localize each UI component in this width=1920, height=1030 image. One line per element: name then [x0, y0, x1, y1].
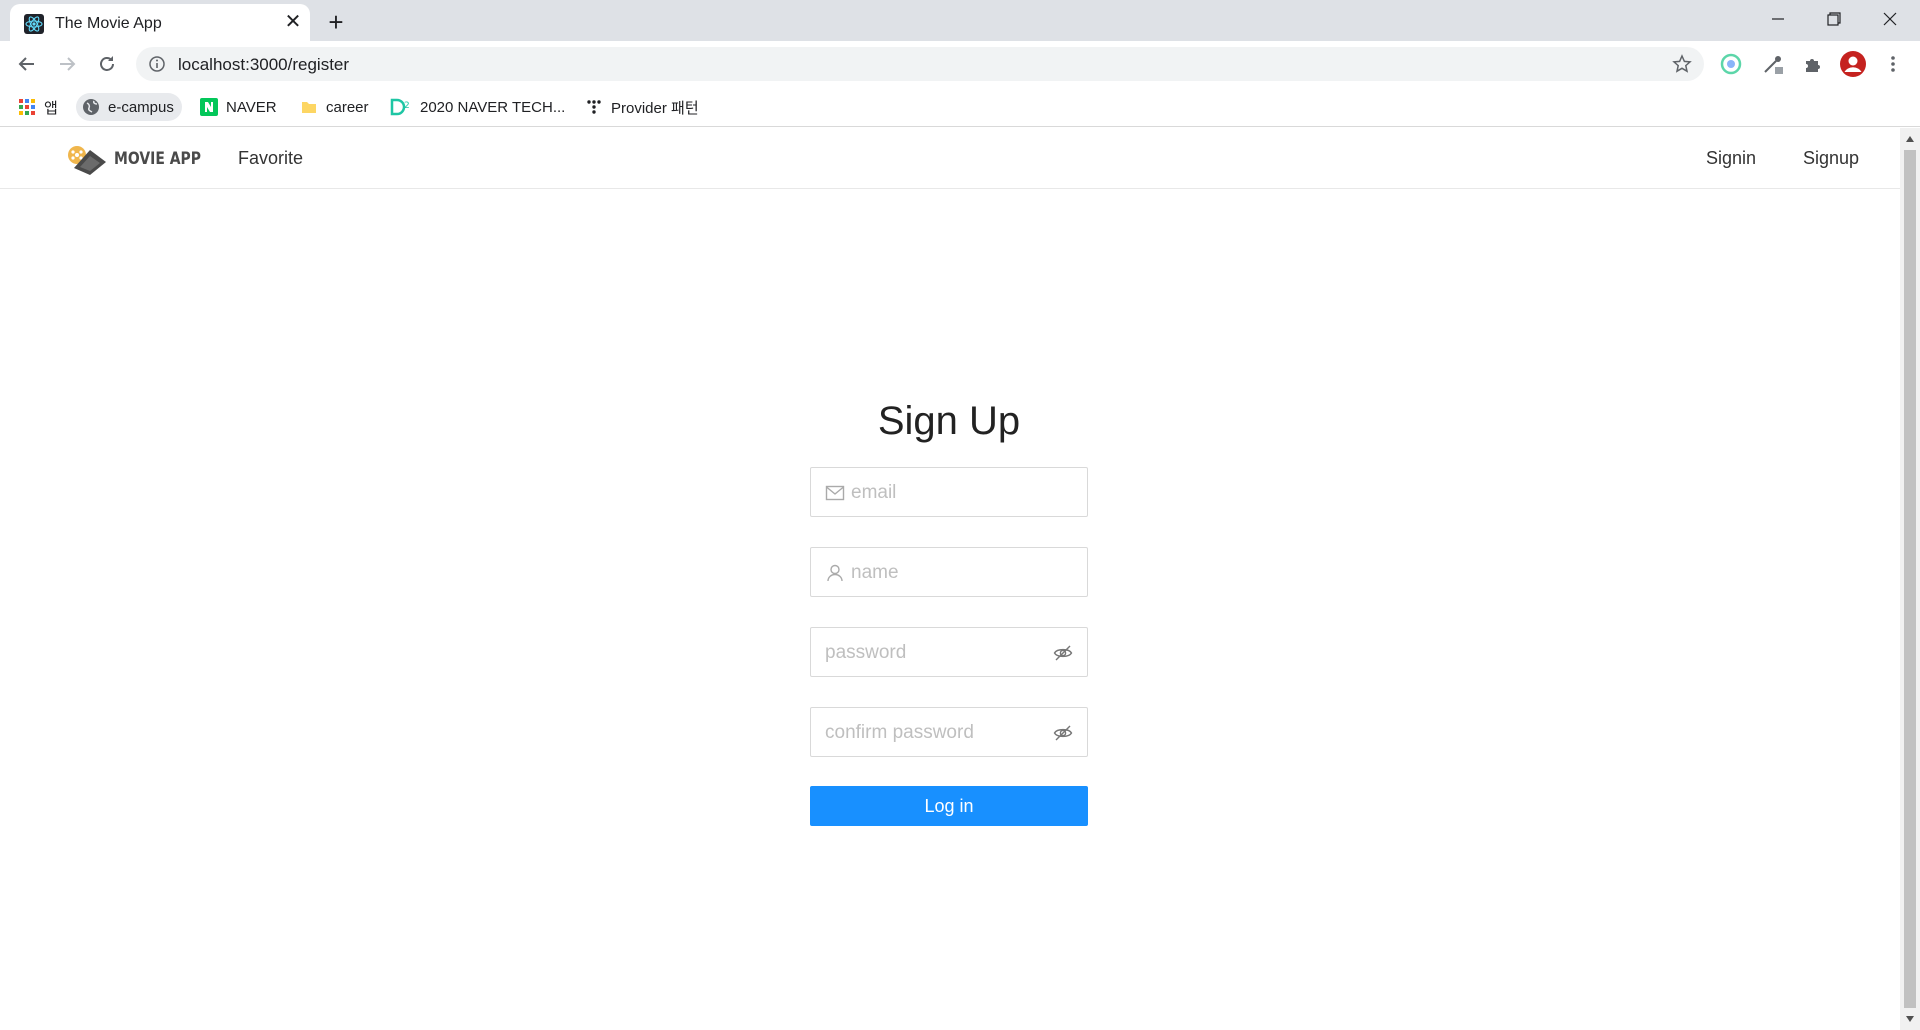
- bookmark-label: e-campus: [108, 98, 174, 116]
- address-bar[interactable]: localhost:3000/register: [136, 47, 1704, 81]
- extension-button[interactable]: [1718, 51, 1744, 77]
- profile-button[interactable]: [1840, 51, 1866, 77]
- back-arrow-icon: [18, 57, 34, 71]
- eye-invisible-icon[interactable]: [1053, 723, 1073, 743]
- app-logo[interactable]: MOVIE APP: [66, 142, 220, 176]
- bookmark-naver[interactable]: NAVER: [200, 93, 277, 121]
- eyedropper-icon: [1764, 56, 1783, 74]
- browser-tabstrip: The Movie App ✕ +: [0, 0, 1920, 41]
- avatar-icon: [1840, 51, 1866, 77]
- restore-button[interactable]: [1806, 0, 1862, 38]
- tab-title: The Movie App: [55, 15, 162, 32]
- mail-icon: [825, 485, 845, 501]
- page-viewport: MOVIE APP Favorite Signin Signup Sign Up…: [0, 128, 1900, 1030]
- browser-toolbar: localhost:3000/register: [0, 41, 1920, 87]
- minimize-button[interactable]: [1750, 0, 1806, 38]
- site-info-icon[interactable]: [148, 55, 166, 73]
- bookmark-career[interactable]: career: [300, 93, 369, 121]
- nav-signup-link[interactable]: Signup: [1803, 148, 1859, 169]
- tab-close-icon[interactable]: ✕: [282, 11, 304, 33]
- password-placeholder: password: [825, 642, 907, 663]
- name-placeholder: name: [851, 562, 899, 583]
- svg-text:2: 2: [404, 101, 410, 111]
- confirm-password-field[interactable]: confirm password: [810, 707, 1088, 757]
- dots-icon: [587, 100, 601, 114]
- close-icon: [1883, 12, 1897, 26]
- folder-icon: [302, 102, 316, 113]
- eyedropper-extension-button[interactable]: [1760, 51, 1786, 77]
- forward-arrow-icon: [60, 57, 76, 71]
- new-tab-button[interactable]: +: [322, 8, 350, 36]
- react-favicon-icon: [24, 14, 44, 34]
- bookmarks-bar: 앱 e-campus NAVER career 2 2020 NAVER TEC…: [0, 87, 1920, 127]
- restore-icon: [1827, 12, 1841, 26]
- puzzle-icon: [1806, 59, 1820, 72]
- password-field[interactable]: password: [810, 627, 1088, 677]
- page-title: Sign Up: [877, 399, 1021, 443]
- page-scrollbar[interactable]: [1900, 128, 1920, 1030]
- reload-button[interactable]: [92, 49, 122, 79]
- user-icon: [827, 564, 843, 582]
- scrollbar-thumb[interactable]: [1904, 150, 1916, 1008]
- film-reel-logo-icon: [68, 146, 106, 175]
- bookmark-naver-tech[interactable]: 2 2020 NAVER TECH...: [390, 93, 565, 121]
- bookmark-provider[interactable]: Provider 패턴: [585, 93, 699, 121]
- d2-icon: 2: [390, 98, 410, 116]
- bookmark-label: career: [326, 98, 369, 116]
- bookmark-label: NAVER: [226, 98, 277, 116]
- minimize-icon: [1772, 18, 1784, 20]
- app-header: MOVIE APP Favorite Signin Signup: [0, 128, 1900, 189]
- reload-icon: [100, 56, 114, 71]
- apps-grid-icon: [19, 99, 35, 115]
- nav-favorite-link[interactable]: Favorite: [238, 148, 303, 169]
- eye-invisible-icon[interactable]: [1053, 643, 1073, 663]
- bookmark-label: 2020 NAVER TECH...: [420, 98, 566, 116]
- name-field[interactable]: name: [810, 547, 1088, 597]
- scroll-down-arrow-icon[interactable]: [1905, 1014, 1915, 1024]
- forward-button[interactable]: [52, 49, 82, 79]
- circle-extension-icon: [1720, 53, 1742, 75]
- email-field[interactable]: email: [810, 467, 1088, 517]
- bookmark-label: 앱: [44, 99, 58, 117]
- email-placeholder: email: [851, 482, 897, 503]
- close-window-button[interactable]: [1862, 0, 1918, 38]
- kebab-menu-icon: [1891, 56, 1895, 72]
- browser-menu-button[interactable]: [1880, 51, 1906, 77]
- browser-tab[interactable]: The Movie App ✕: [10, 4, 310, 41]
- bookmark-label: Provider 패턴: [611, 99, 699, 117]
- nav-signin-link[interactable]: Signin: [1706, 148, 1756, 169]
- back-button[interactable]: [12, 49, 42, 79]
- extensions-menu-button[interactable]: [1800, 51, 1826, 77]
- url-text[interactable]: localhost:3000/register: [178, 55, 349, 75]
- bookmark-star-icon[interactable]: [1672, 54, 1692, 74]
- naver-icon: [200, 98, 218, 116]
- bookmark-e-campus[interactable]: e-campus: [76, 93, 182, 121]
- confirm-password-placeholder: confirm password: [825, 722, 974, 743]
- logo-text: MOVIE APP: [114, 149, 201, 169]
- submit-button[interactable]: Log in: [810, 786, 1088, 826]
- bookmark-apps[interactable]: 앱: [18, 93, 58, 121]
- scroll-up-arrow-icon[interactable]: [1905, 134, 1915, 144]
- globe-icon: [83, 99, 99, 115]
